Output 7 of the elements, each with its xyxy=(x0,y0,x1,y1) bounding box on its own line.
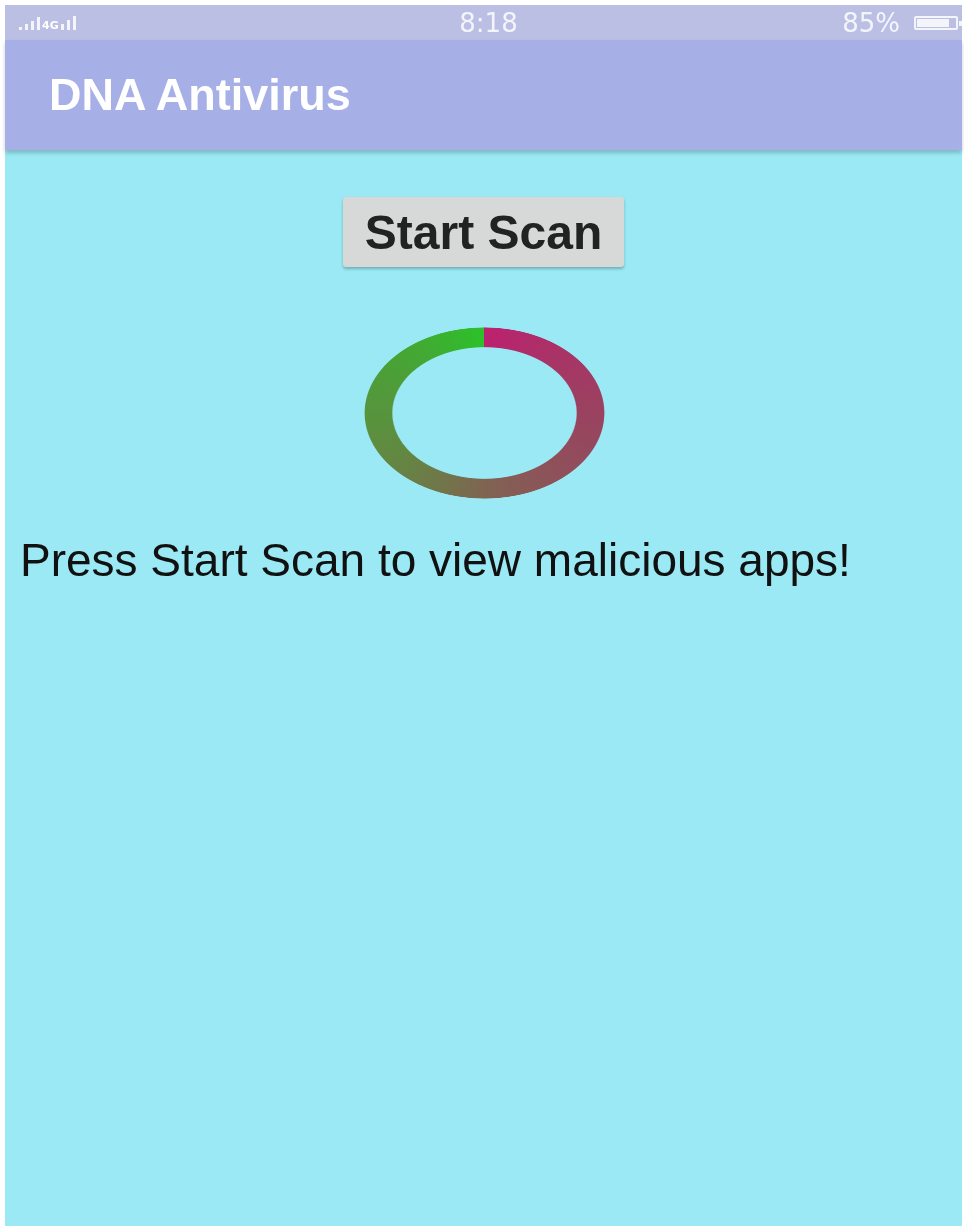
instruction-text: Press Start Scan to view malicious apps! xyxy=(20,535,852,586)
app-title: DNA Antivirus xyxy=(49,69,351,121)
network-type: 4G xyxy=(42,20,59,31)
signal-icon xyxy=(19,15,40,30)
start-scan-button[interactable]: Start Scan xyxy=(342,197,625,267)
battery-percent: 85% xyxy=(842,7,900,38)
clock-time: 8:18 xyxy=(459,7,518,38)
